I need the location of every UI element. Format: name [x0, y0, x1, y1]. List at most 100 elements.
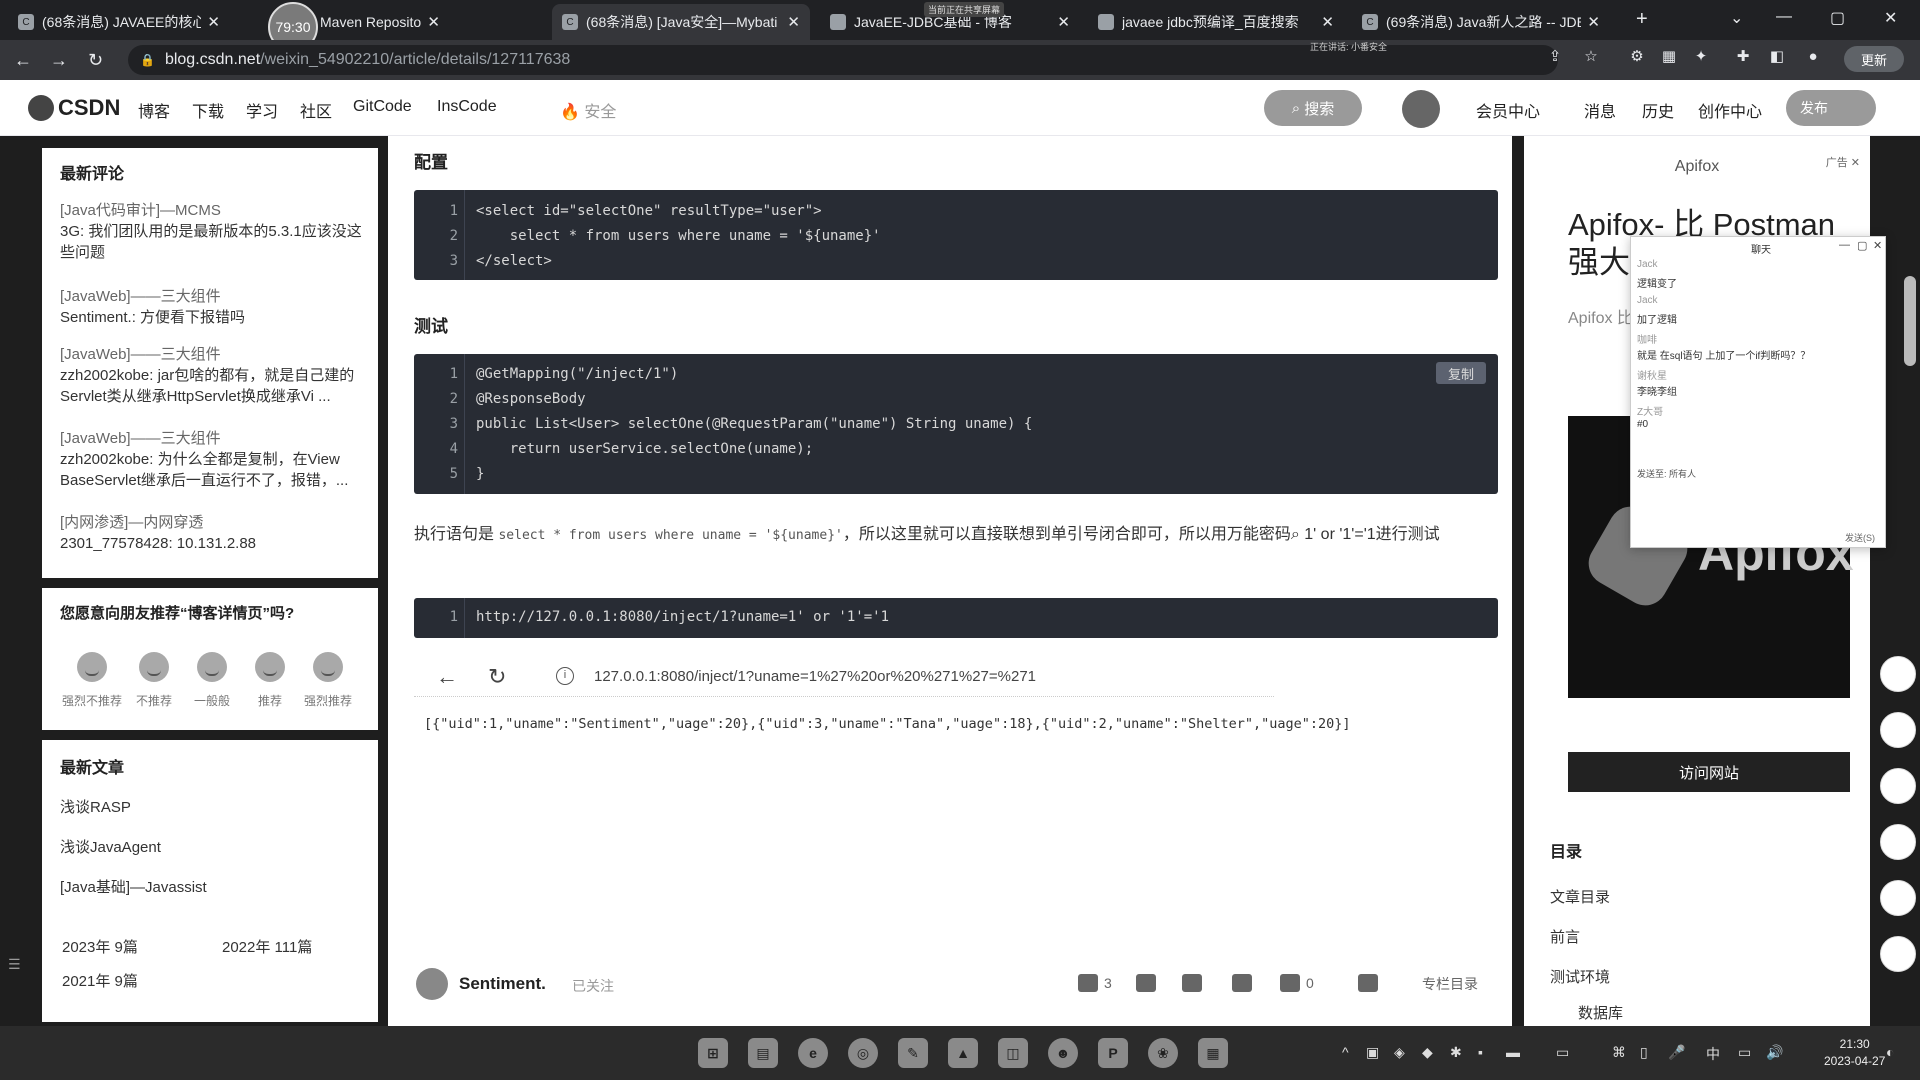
close-icon[interactable]: ✕	[427, 13, 440, 31]
archive-link[interactable]: 2022年 111篇	[222, 936, 312, 957]
profile-icon[interactable]: ●	[1804, 48, 1822, 66]
close-icon[interactable]: ✕	[207, 13, 220, 31]
toc-item[interactable]: 数据库	[1578, 1002, 1623, 1023]
forward-icon[interactable]: →	[50, 50, 68, 71]
visit-site-button[interactable]: 访问网站	[1568, 752, 1850, 792]
minimize-icon[interactable]: —	[1839, 239, 1850, 251]
close-icon[interactable]: ✕	[1321, 13, 1334, 31]
avatar[interactable]	[1402, 90, 1440, 128]
battery-icon[interactable]: ▯	[1640, 1044, 1648, 1061]
close-icon[interactable]: ✕	[1057, 13, 1070, 31]
chat-send-to[interactable]: 发送至: 所有人	[1637, 467, 1696, 480]
toc-item[interactable]: 文章目录	[1550, 886, 1610, 907]
tray-app-icon[interactable]: ⌘	[1612, 1044, 1626, 1061]
volume-icon[interactable]: 🔊	[1766, 1044, 1783, 1061]
window-close-icon[interactable]: ✕	[1884, 8, 1897, 28]
archive-link[interactable]: 2021年 9篇	[62, 970, 138, 991]
sidebar-icon[interactable]: ◧	[1768, 48, 1786, 66]
file-explorer-icon[interactable]: ▤	[748, 1038, 778, 1068]
comment-button[interactable]: 0	[1280, 974, 1314, 992]
app-icon[interactable]: ◫	[998, 1038, 1028, 1068]
app-icon[interactable]: ▦	[1198, 1038, 1228, 1068]
author-name[interactable]: Sentiment.	[459, 974, 546, 994]
rating-option[interactable]: 强烈推荐	[298, 652, 358, 709]
ad-tag[interactable]: 广告 ✕	[1826, 154, 1860, 170]
maximize-icon[interactable]: ▢	[1857, 239, 1867, 252]
share-button[interactable]	[1358, 974, 1384, 992]
comment-item[interactable]: [JavaWeb]——三大组件 Sentiment.: 方便看下报错吗	[60, 286, 364, 328]
archive-link[interactable]: 2023年 9篇	[62, 936, 138, 957]
bookmark-star-icon[interactable]: ☆	[1582, 48, 1600, 66]
tray-app-icon[interactable]: ▪	[1478, 1044, 1483, 1060]
tray-app-icon[interactable]: ◆	[1422, 1044, 1433, 1061]
pycharm-icon[interactable]: P	[1098, 1038, 1128, 1068]
reload-icon[interactable]: ↻	[88, 50, 103, 71]
app-icon[interactable]: ✎	[898, 1038, 928, 1068]
maximize-icon[interactable]: ▢	[1830, 8, 1845, 28]
like-button[interactable]: 3	[1078, 974, 1112, 992]
system-clock[interactable]: 21:30 2023-04-27	[1824, 1036, 1885, 1070]
share-icon[interactable]: ⇪	[1546, 48, 1564, 66]
csdn-logo[interactable]: CSDN	[28, 95, 120, 121]
notification-icon[interactable]: ◐	[1886, 1044, 1894, 1060]
comment-item[interactable]: [JavaWeb]——三大组件 zzh2002kobe: jar包啥的都有，就是自…	[60, 344, 364, 407]
tray-app-icon[interactable]: ▬	[1506, 1044, 1520, 1060]
rating-option[interactable]: 推荐	[240, 652, 300, 709]
nav-inscode[interactable]: InsCode	[437, 98, 497, 116]
search-button[interactable]: ⌕ 搜索	[1264, 90, 1362, 126]
close-icon[interactable]: ✕	[1851, 157, 1860, 169]
back-icon[interactable]: ←	[14, 50, 32, 71]
publish-button[interactable]: 发布	[1786, 90, 1876, 126]
edge-icon[interactable]: e	[798, 1038, 828, 1068]
follow-button[interactable]: 已关注	[572, 976, 614, 996]
comment-item[interactable]: [内网渗透]—内网穿透 2301_77578428: 10.131.2.88	[60, 512, 364, 554]
tray-app-icon[interactable]: ▣	[1366, 1044, 1379, 1061]
rating-option[interactable]: 一般般	[182, 652, 242, 709]
search-icon[interactable]: ⌕	[1291, 526, 1300, 543]
toc-item[interactable]: 前言	[1550, 926, 1580, 947]
microphone-icon[interactable]: 🎤	[1668, 1044, 1685, 1061]
update-button[interactable]: 更新	[1844, 46, 1904, 72]
comment-item[interactable]: [JavaWeb]——三大组件 zzh2002kobe: 为什么全都是复制，在Vi…	[60, 428, 364, 491]
messages-link[interactable]: 消息	[1584, 98, 1616, 122]
history-link[interactable]: 历史	[1642, 98, 1674, 122]
float-tool-button[interactable]	[1880, 936, 1916, 972]
float-tool-button[interactable]	[1880, 768, 1916, 804]
rating-option[interactable]: 不推荐	[124, 652, 184, 709]
tab-search-icon[interactable]: ⌄	[1730, 8, 1743, 28]
nav-gitcode[interactable]: GitCode	[353, 98, 412, 116]
dislike-button[interactable]	[1136, 974, 1162, 992]
float-tool-button[interactable]	[1880, 880, 1916, 916]
vip-center-link[interactable]: 会员中心	[1476, 98, 1540, 122]
comment-item[interactable]: [Java代码审计]—MCMS 3G: 我们团队用的是最新版本的5.3.1应该没这…	[60, 200, 364, 263]
toc-item[interactable]: 测试环境	[1550, 966, 1610, 987]
browser-tab[interactable]: C (69条消息) Java新人之路 -- JDE ✕	[1352, 4, 1610, 40]
minimize-icon[interactable]: —	[1776, 8, 1792, 26]
float-tool-button[interactable]	[1880, 824, 1916, 860]
chat-window[interactable]: 聊天 — ▢ ✕ Jack 逻辑变了 Jack 加了逻辑 咖啡 就是 在sql语…	[1630, 236, 1886, 548]
search-input[interactable]: 🔥 安全	[560, 98, 616, 122]
column-directory-link[interactable]: 专栏目录	[1422, 974, 1478, 994]
puzzle-icon[interactable]: ✚	[1734, 48, 1752, 66]
author-avatar[interactable]	[416, 968, 448, 1000]
article-link[interactable]: 浅谈JavaAgent	[60, 836, 161, 857]
float-tool-button[interactable]	[1880, 656, 1916, 692]
ime-indicator[interactable]: 中	[1706, 1044, 1720, 1064]
page-scrollbar[interactable]	[1904, 276, 1916, 366]
nav-blog[interactable]: 博客	[138, 98, 170, 122]
favorite-button[interactable]	[1182, 974, 1208, 992]
extension-icon[interactable]: ▦	[1660, 48, 1678, 66]
menu-icon[interactable]: ☰	[8, 956, 21, 973]
start-icon[interactable]: ⊞	[698, 1038, 728, 1068]
tray-chevron-icon[interactable]: ^	[1342, 1044, 1349, 1060]
tray-app-icon[interactable]: ✱	[1450, 1044, 1462, 1061]
browser-tab[interactable]: C (68条消息) JAVAEE的核心-Servl ✕	[8, 4, 230, 40]
browser-tab-active[interactable]: C (68条消息) [Java安全]—Mybati ✕	[552, 4, 810, 40]
float-tool-button[interactable]	[1880, 712, 1916, 748]
browser-tab[interactable]: Maven Repository: mysql » m ✕	[230, 4, 450, 40]
article-link[interactable]: [Java基础]—Javassist	[60, 876, 207, 897]
creation-center-link[interactable]: 创作中心	[1698, 98, 1762, 122]
photos-icon[interactable]: ▲	[948, 1038, 978, 1068]
rating-option[interactable]: 强烈不推荐	[62, 652, 122, 709]
new-tab-button[interactable]: +	[1636, 8, 1648, 31]
